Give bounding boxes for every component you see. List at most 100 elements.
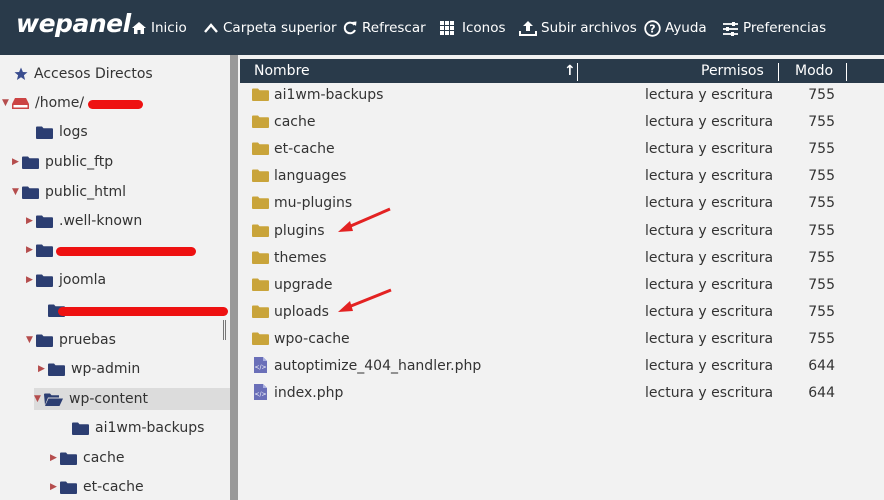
- svg-text:</>: </>: [254, 391, 266, 398]
- file-name[interactable]: uploads: [274, 304, 329, 320]
- tree-item[interactable]: ▼ pruebas: [26, 329, 116, 351]
- tree-item[interactable]: ▶ .well-known: [26, 210, 142, 232]
- folder-icon: [60, 481, 77, 494]
- parent-folder-button[interactable]: Carpeta superior: [203, 19, 337, 37]
- tree-item-label: /home/: [35, 95, 85, 111]
- svg-text:?: ?: [649, 22, 655, 35]
- file-permissions: lectura y escritura: [645, 222, 774, 239]
- tree-item[interactable]: ▶ wp-admin: [38, 358, 140, 380]
- file-name[interactable]: index.php: [274, 385, 343, 401]
- file-name[interactable]: cache: [274, 114, 315, 130]
- tree-item[interactable]: ▶ public_ftp: [12, 151, 113, 173]
- table-row[interactable]: cache lectura y escritura 755: [238, 109, 884, 136]
- tree-item-label: logs: [59, 124, 88, 140]
- file-mode: 755: [808, 114, 835, 131]
- caret-right-icon[interactable]: ▶: [38, 364, 48, 374]
- tree-item[interactable]: ▶ joomla: [26, 269, 106, 291]
- caret-right-icon[interactable]: ▶: [26, 216, 36, 226]
- column-divider: [577, 63, 578, 81]
- table-row[interactable]: languages lectura y escritura 755: [238, 163, 884, 190]
- tree-item-label: public_ftp: [45, 154, 114, 170]
- file-name[interactable]: et-cache: [274, 141, 335, 157]
- tree-item[interactable]: ▶: [26, 239, 59, 261]
- star-icon: [14, 67, 28, 80]
- shortcuts-item[interactable]: Accesos Directos: [14, 63, 153, 85]
- grid-icon: [440, 21, 462, 35]
- tree-item[interactable]: ▼ public_html: [12, 181, 126, 203]
- sort-arrow-icon[interactable]: ↑: [564, 63, 576, 79]
- annotation-arrow: [338, 288, 392, 312]
- folder-icon: [252, 251, 269, 268]
- folder-icon: [252, 196, 269, 213]
- file-name[interactable]: languages: [274, 168, 346, 184]
- file-permissions: lectura y escritura: [645, 303, 774, 320]
- preferences-button[interactable]: Preferencias: [722, 19, 826, 37]
- table-row[interactable]: wpo-cache lectura y escritura 755: [238, 326, 884, 353]
- file-name[interactable]: themes: [274, 250, 327, 266]
- tree-item[interactable]: ▼ wp-content: [34, 388, 230, 410]
- folder-icon: [22, 186, 39, 199]
- caret-right-icon[interactable]: ▶: [50, 453, 60, 463]
- folder-icon: [72, 422, 89, 435]
- file-permissions: lectura y escritura: [645, 358, 774, 374]
- table-row[interactable]: et-cache lectura y escritura 755: [238, 136, 884, 163]
- column-permissions-header[interactable]: Permisos: [701, 63, 764, 79]
- refresh-button[interactable]: Refrescar: [342, 19, 426, 37]
- home-button[interactable]: Inicio: [131, 19, 187, 37]
- caret-right-icon[interactable]: ▶: [12, 157, 22, 167]
- caret-down-icon[interactable]: ▼: [2, 98, 12, 108]
- table-row[interactable]: uploads lectura y escritura 755: [238, 299, 884, 326]
- caret-right-icon[interactable]: ▶: [50, 482, 60, 492]
- folder-icon: [252, 115, 269, 132]
- folder-icon: [252, 169, 269, 186]
- refresh-icon: [342, 20, 362, 36]
- tree-item[interactable]: ai1wm-backups: [62, 417, 204, 439]
- table-row[interactable]: </> index.php lectura y escritura 644: [238, 380, 884, 407]
- table-row[interactable]: plugins lectura y escritura 755: [238, 218, 884, 245]
- table-row[interactable]: themes lectura y escritura 755: [238, 245, 884, 272]
- help-button[interactable]: ? Ayuda: [644, 19, 707, 37]
- file-permissions: lectura y escritura: [645, 276, 774, 293]
- file-mode: 755: [808, 168, 835, 185]
- file-name[interactable]: ai1wm-backups: [274, 87, 383, 103]
- caret-down-icon[interactable]: ▼: [26, 335, 36, 345]
- table-row[interactable]: </> autoptimize_404_handler.php lectura y …: [238, 353, 884, 380]
- table-row[interactable]: ai1wm-backups lectura y escritura 755: [238, 82, 884, 109]
- folder-icon: [252, 142, 269, 159]
- caret-down-icon[interactable]: ▼: [12, 187, 22, 197]
- tree-item[interactable]: ▼ /home/: [2, 92, 84, 114]
- sidebar-scrollbar[interactable]: [230, 55, 238, 500]
- file-name[interactable]: upgrade: [274, 277, 332, 293]
- caret-right-icon[interactable]: ▶: [26, 275, 36, 285]
- help-icon: ?: [644, 19, 665, 37]
- annotation-arrow: [338, 207, 391, 232]
- file-permissions: lectura y escritura: [645, 249, 774, 266]
- icons-view-button[interactable]: Iconos: [440, 19, 506, 37]
- file-name[interactable]: wpo-cache: [274, 331, 350, 347]
- tree-item[interactable]: ▶ et-cache: [50, 476, 144, 498]
- table-row[interactable]: upgrade lectura y escritura 755: [238, 272, 884, 299]
- file-list-panel: Nombre ↑ Permisos Modo ai1wm-backups lect…: [238, 55, 884, 500]
- column-divider: [778, 63, 779, 81]
- tree-item[interactable]: ▶ cache: [50, 447, 124, 469]
- table-row[interactable]: mu-plugins lectura y escritura 755: [238, 190, 884, 217]
- caret-right-icon[interactable]: ▶: [26, 245, 36, 255]
- folder-icon: [252, 88, 269, 105]
- column-name-header[interactable]: Nombre: [254, 63, 310, 79]
- column-mode-header[interactable]: Modo: [795, 63, 833, 79]
- sidebar-resize-handle[interactable]: [223, 320, 226, 340]
- file-name[interactable]: autoptimize_404_handler.php: [274, 358, 481, 374]
- folder-icon: [252, 332, 269, 349]
- tree-item-label: pruebas: [59, 332, 116, 348]
- folder-icon: [48, 363, 65, 376]
- folder-open-icon: [44, 393, 63, 406]
- upload-button[interactable]: Subir archivos: [519, 19, 637, 37]
- file-mode: 755: [808, 276, 835, 293]
- caret-down-icon[interactable]: ▼: [34, 394, 44, 404]
- toolbar-label: Ayuda: [665, 20, 707, 36]
- file-permissions: lectura y escritura: [645, 385, 774, 402]
- file-permissions: lectura y escritura: [645, 87, 774, 103]
- brand-logo[interactable]: wepanel: [16, 9, 131, 38]
- file-name[interactable]: plugins: [274, 223, 325, 239]
- tree-item[interactable]: logs: [26, 121, 88, 143]
